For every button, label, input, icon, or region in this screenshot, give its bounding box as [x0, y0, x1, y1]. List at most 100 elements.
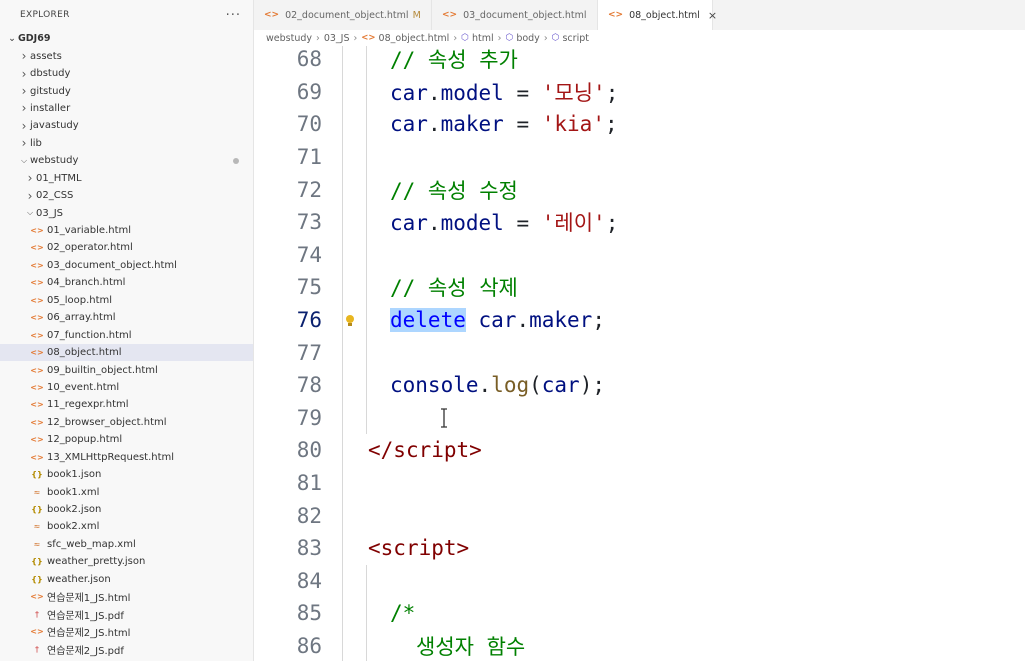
element-icon: ⬡ — [505, 33, 514, 43]
code-line[interactable]: 68 // 속성 추가 — [254, 46, 1025, 76]
html-file-icon: <> — [30, 365, 44, 375]
file-item[interactable]: <> 04_branch.html — [0, 274, 253, 291]
code-line[interactable]: 86 생성자 함수 — [254, 630, 1025, 661]
file-item[interactable]: <> 08_object.html — [0, 343, 253, 362]
code-line[interactable]: 75 // 속성 삭제 — [254, 271, 1025, 304]
html-file-icon: <> — [30, 278, 44, 288]
file-item[interactable]: ≈ book1.xml — [0, 483, 253, 500]
code-line[interactable]: 74 — [254, 239, 1025, 272]
file-item[interactable]: {} book2.json — [0, 501, 253, 518]
code-line[interactable]: 71 — [254, 141, 1025, 174]
code-token: model — [440, 80, 504, 105]
file-item[interactable]: <> 연습문제1_JS.html — [0, 588, 253, 605]
code-token: . — [427, 211, 441, 236]
breadcrumb-item[interactable]: 08_object.html — [379, 33, 450, 44]
code-content: car.model = '모닝'; — [390, 77, 618, 107]
code-token: ; — [605, 80, 619, 105]
code-line[interactable]: 78 console.log(car); — [254, 369, 1025, 402]
file-item[interactable]: <> 09_builtin_object.html — [0, 361, 253, 378]
json-file-icon: {} — [31, 574, 43, 584]
html-file-icon: <> — [30, 243, 44, 253]
file-item[interactable]: <> 12_popup.html — [0, 431, 253, 448]
file-item[interactable]: <> 11_regexpr.html — [0, 396, 253, 413]
code-line[interactable]: 83 <script> — [254, 532, 1025, 565]
code-line[interactable]: 80 </script> — [254, 434, 1025, 467]
code-token: console — [390, 373, 479, 398]
file-item[interactable]: <> 12_browser_object.html — [0, 414, 253, 431]
file-item[interactable]: † 연습문제1_JS.pdf — [0, 605, 253, 622]
file-item[interactable]: <> 연습문제2_JS.html — [0, 623, 253, 640]
folder-item[interactable]: › 01_HTML — [0, 170, 253, 187]
chevron-down-icon: ⌵ — [26, 208, 34, 218]
code-token: . — [427, 80, 441, 105]
tree-root[interactable]: ⌄ GDJ69 — [0, 30, 253, 47]
code-line[interactable]: 70 car.maker = 'kia'; — [254, 108, 1025, 141]
code-line[interactable]: 69 car.model = '모닝'; — [254, 76, 1025, 109]
code-token: ; — [592, 308, 605, 333]
folder-item[interactable]: › dbstudy — [0, 65, 253, 82]
breadcrumb-item[interactable]: body — [516, 33, 540, 44]
folder-item[interactable]: › javastudy — [0, 117, 253, 134]
chevron-right-icon: › — [316, 32, 320, 44]
code-editor[interactable]: 68// 속성 추가 69 car.model = '모닝'; 70 car.maker… — [254, 46, 1025, 661]
close-icon[interactable]: × — [708, 9, 717, 22]
code-line[interactable]: 81 — [254, 467, 1025, 500]
breadcrumb-item[interactable]: html — [472, 33, 494, 44]
folder-item[interactable]: › installer — [0, 100, 253, 117]
folder-item[interactable]: › lib — [0, 135, 253, 152]
html-file-icon: <> — [30, 435, 44, 445]
code-token: maker — [440, 112, 504, 137]
file-item[interactable]: {} weather.json — [0, 571, 253, 588]
breadcrumb-item[interactable]: script — [562, 33, 588, 44]
file-item[interactable]: † 연습문제2_JS.pdf — [0, 640, 253, 657]
code-line[interactable]: 73 car.model = '레이'; — [254, 206, 1025, 239]
editor-tab[interactable]: <> 08_object.html × — [598, 0, 717, 30]
code-line[interactable]: 76 delete car.maker; — [254, 304, 1025, 337]
json-file-icon: {} — [31, 557, 43, 567]
line-number: 85 — [296, 601, 322, 626]
folder-item[interactable]: › 02_CSS — [0, 187, 253, 204]
file-item[interactable]: ≈ sfc_web_map.xml — [0, 536, 253, 553]
code-line[interactable]: 79 — [254, 402, 1025, 435]
html-file-icon: <> — [30, 348, 44, 358]
file-item[interactable]: <> 01_variable.html — [0, 222, 253, 239]
tree-root-label: GDJ69 — [18, 33, 51, 45]
code-content: // 속성 추가 — [390, 46, 518, 74]
file-item[interactable]: ≈ book2.xml — [0, 518, 253, 535]
chevron-right-icon: › — [27, 171, 33, 186]
lightbulb-icon[interactable] — [344, 314, 356, 328]
file-item[interactable]: <> 10_event.html — [0, 379, 253, 396]
html-file-icon: <> — [361, 33, 376, 43]
file-item[interactable]: <> 03_document_object.html — [0, 257, 253, 274]
file-item[interactable]: <> 07_function.html — [0, 326, 253, 343]
file-item[interactable]: <> 02_operator.html — [0, 239, 253, 256]
folder-item[interactable]: › gitstudy — [0, 82, 253, 99]
breadcrumb-item[interactable]: webstudy — [266, 33, 312, 44]
xml-file-icon: ≈ — [33, 522, 41, 532]
code-line[interactable]: 77 — [254, 336, 1025, 369]
file-item[interactable]: {} book1.json — [0, 466, 253, 483]
breadcrumb: webstudy › 03_JS › <> 08_object.html › ⬡ html › ⬡ b… — [254, 30, 1025, 46]
breadcrumb-item[interactable]: 03_JS — [324, 33, 350, 44]
chevron-down-icon: ⌄ — [8, 33, 16, 44]
line-number: 80 — [296, 438, 322, 463]
file-item[interactable]: <> 06_array.html — [0, 309, 253, 326]
file-item[interactable]: <> 13_XMLHttpRequest.html — [0, 449, 253, 466]
code-line[interactable]: 72 // 속성 수정 — [254, 173, 1025, 206]
code-token: </ — [368, 438, 394, 463]
folder-item[interactable]: › assets — [0, 47, 253, 64]
editor-tab[interactable]: <> 02_document_object.html M — [254, 0, 432, 30]
code-line[interactable]: 82 — [254, 499, 1025, 532]
folder-item[interactable]: ⌵ 03_JS — [0, 204, 253, 221]
code-line[interactable]: 84 — [254, 565, 1025, 598]
file-item[interactable]: {} weather_pretty.json — [0, 553, 253, 570]
tree-item-label: book2.xml — [47, 521, 100, 533]
code-line[interactable]: 85 /* — [254, 597, 1025, 630]
code-token: car — [390, 80, 428, 105]
code-token: . — [516, 308, 530, 333]
chevron-right-icon: › — [21, 136, 27, 151]
more-actions-icon[interactable]: ··· — [226, 8, 241, 23]
folder-item[interactable]: ⌵ webstudy — [0, 152, 253, 169]
editor-tab[interactable]: <> 03_document_object.html — [432, 0, 598, 30]
file-item[interactable]: <> 05_loop.html — [0, 292, 253, 309]
